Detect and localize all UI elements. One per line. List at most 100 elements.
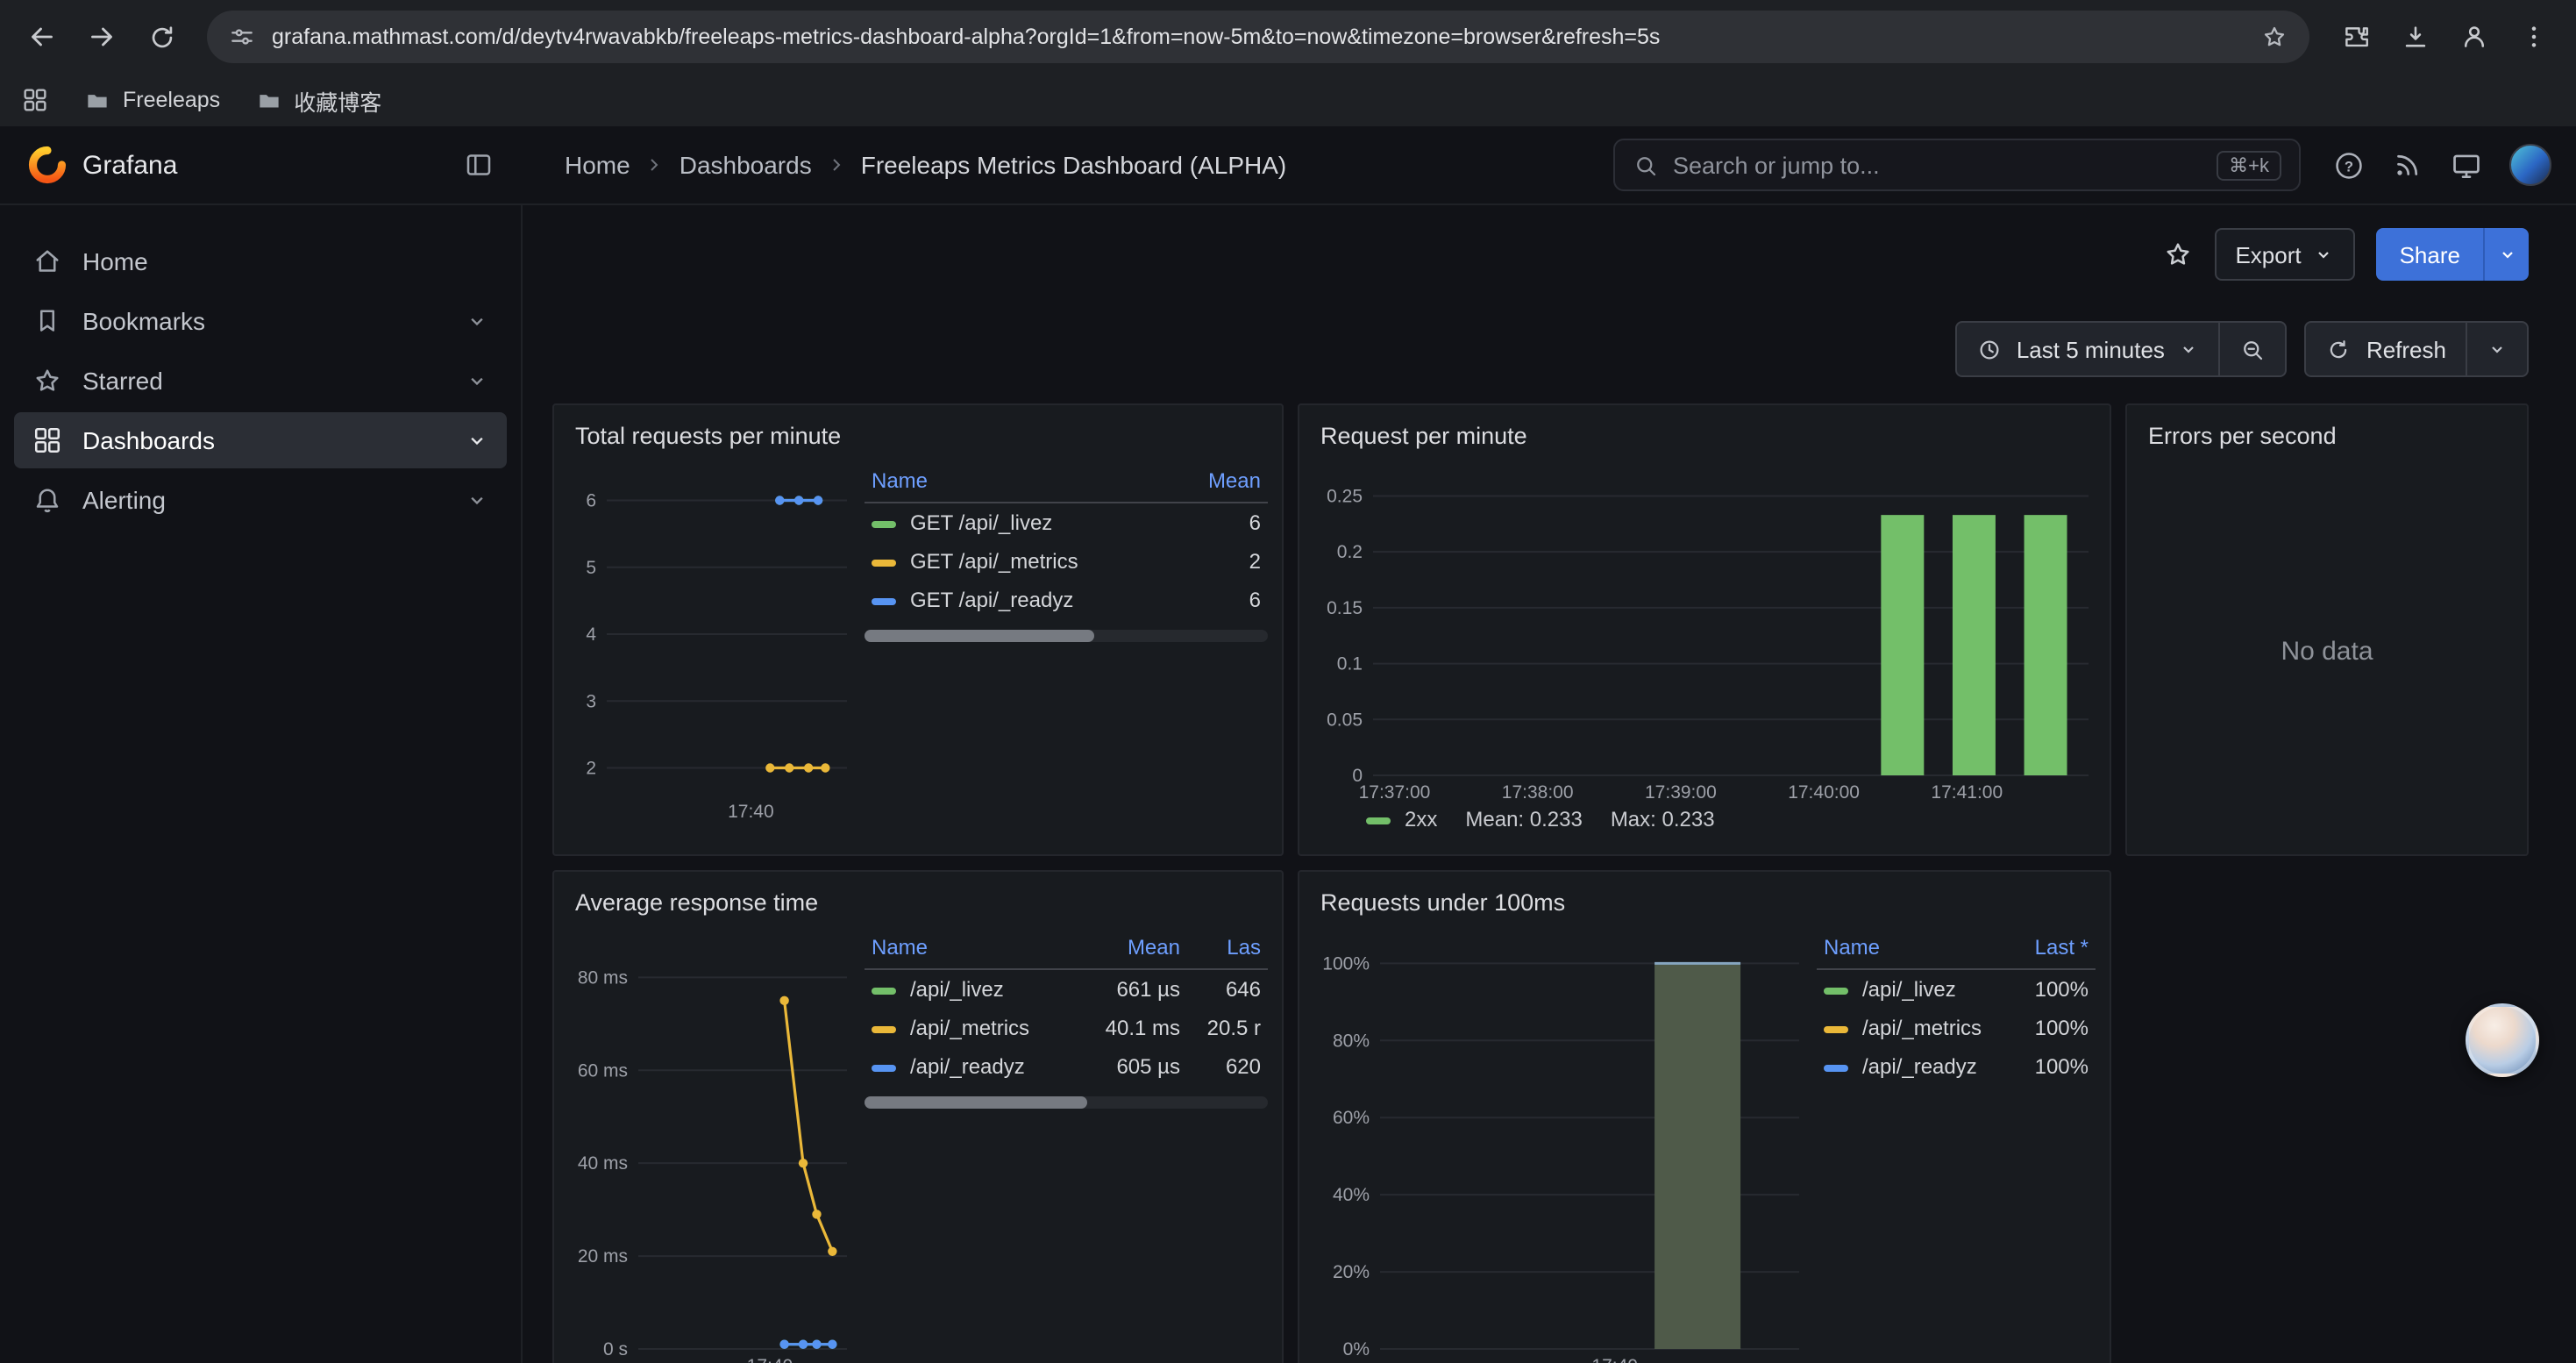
bookmark-folder-blogs[interactable]: 收藏博客 [255, 83, 381, 117]
extensions-button[interactable] [2327, 9, 2383, 65]
legend-item-2xx[interactable]: 2xx [1366, 807, 1437, 831]
search-box[interactable]: Search or jump to... ⌘+k [1613, 139, 2301, 191]
legend-scrollbar[interactable] [865, 630, 1268, 642]
svg-text:80 ms: 80 ms [578, 967, 628, 988]
reload-button[interactable] [133, 9, 189, 65]
legend-header-mean[interactable]: Mean [1061, 930, 1187, 969]
share-menu-caret[interactable] [2483, 228, 2529, 281]
series-name[interactable]: GET /api/_livez [910, 510, 1052, 535]
breadcrumb-home[interactable]: Home [565, 151, 630, 179]
series-name[interactable]: /api/_metrics [1862, 1016, 1982, 1040]
series-name[interactable]: 2xx [1405, 807, 1437, 831]
user-avatar[interactable] [2509, 144, 2551, 186]
legend-header-last[interactable]: Las [1187, 930, 1268, 969]
sidebar-item-alerting[interactable]: Alerting [14, 472, 507, 528]
svg-text:17:39:00: 17:39:00 [1645, 782, 1717, 803]
panel-title[interactable]: Average response time [568, 886, 1268, 930]
refresh-interval-caret[interactable] [2467, 321, 2529, 377]
scrollbar-thumb[interactable] [865, 630, 1094, 642]
svg-text:0.15: 0.15 [1327, 598, 1363, 618]
sidebar-item-starred[interactable]: Starred [14, 353, 507, 409]
legend-row[interactable]: /api/_metrics 40.1 ms 20.5 r [865, 1009, 1268, 1047]
legend-row[interactable]: /api/_metrics 100% [1817, 1009, 2096, 1047]
grafana-logo-icon[interactable] [28, 146, 67, 184]
back-button[interactable] [14, 9, 70, 65]
panel-request-per-minute: Request per minute 0.250.20.150.10.05017… [1298, 403, 2111, 856]
browser-menu-button[interactable] [2506, 9, 2562, 65]
forward-button[interactable] [74, 9, 130, 65]
url-text[interactable]: grafana.mathmast.com/d/deytv4rwavabkb/fr… [272, 25, 2245, 49]
news-rss-icon[interactable] [2392, 149, 2423, 181]
refresh-button[interactable]: Refresh [2305, 321, 2467, 377]
series-name[interactable]: /api/_metrics [910, 1016, 1029, 1040]
breadcrumb: Home Dashboards Freeleaps Metrics Dashbo… [523, 151, 1286, 179]
time-range-button[interactable]: Last 5 minutes [1955, 321, 2221, 377]
request-per-minute-chart[interactable]: 0.250.20.150.10.05017:37:0017:38:0017:39… [1313, 463, 2096, 803]
export-button[interactable]: Export [2214, 228, 2355, 281]
share-label[interactable]: Share [2377, 228, 2483, 281]
panel-title[interactable]: Errors per second [2141, 419, 2513, 463]
legend-header-last[interactable]: Last * [2004, 930, 2096, 969]
breadcrumb-dashboards[interactable]: Dashboards [680, 151, 812, 179]
panel-average-response-time: Average response time 80 ms60 ms40 ms20 … [552, 870, 1284, 1363]
search-shortcut-chip: ⌘+k [2217, 150, 2281, 180]
panel-title[interactable]: Request per minute [1313, 419, 2096, 463]
legend-row[interactable]: /api/_readyz 605 µs 620 [865, 1047, 1268, 1086]
series-name[interactable]: /api/_livez [910, 977, 1004, 1002]
series-name[interactable]: /api/_livez [1862, 977, 1956, 1002]
legend-header-name[interactable]: Name [1817, 930, 2004, 969]
series-mean: 6 [1184, 503, 1268, 542]
svg-text:17:38:00: 17:38:00 [1502, 782, 1574, 803]
share-button[interactable]: Share [2377, 228, 2529, 281]
legend-header-name[interactable]: Name [865, 930, 1061, 969]
sidebar-item-dashboards[interactable]: Dashboards [14, 412, 507, 468]
chevron-down-icon[interactable] [465, 428, 489, 453]
series-name[interactable]: /api/_readyz [1862, 1054, 1977, 1079]
bookmark-folder-freeleaps[interactable]: Freeleaps [84, 87, 220, 113]
average-response-time-chart[interactable]: 80 ms60 ms40 ms20 ms0 s17:40 [568, 930, 854, 1363]
profile-button[interactable] [2446, 9, 2502, 65]
scrollbar-thumb[interactable] [865, 1096, 1086, 1109]
downloads-button[interactable] [2387, 9, 2443, 65]
svg-text:60 ms: 60 ms [578, 1060, 628, 1081]
dock-menu-toggle[interactable] [463, 149, 495, 181]
chevron-down-icon[interactable] [465, 309, 489, 333]
legend-row[interactable]: GET /api/_livez 6 [865, 503, 1268, 542]
legend-header-mean[interactable]: Mean [1184, 463, 1268, 503]
refresh-label: Refresh [2366, 336, 2446, 362]
series-name[interactable]: GET /api/_readyz [910, 588, 1073, 612]
reload-icon [146, 22, 176, 52]
floating-assistant-avatar[interactable] [2466, 1003, 2539, 1077]
legend-row[interactable]: GET /api/_metrics 2 [865, 542, 1268, 581]
help-icon[interactable]: ? [2332, 148, 2366, 182]
series-last: 620 [1187, 1047, 1268, 1086]
requests-under-100ms-chart[interactable]: 100%80%60%40%20%0%17:40 [1313, 930, 1806, 1363]
svg-text:0.1: 0.1 [1337, 654, 1363, 674]
sidebar-item-home[interactable]: Home [14, 233, 507, 289]
total-requests-chart[interactable]: 6543217:40 [568, 463, 854, 823]
legend-row[interactable]: /api/_livez 661 µs 646 [865, 969, 1268, 1009]
grafana-header: Grafana Home Dashboards Freeleaps Metric… [0, 126, 2576, 205]
legend-row[interactable]: GET /api/_readyz 6 [865, 581, 1268, 619]
monitor-icon[interactable] [2450, 148, 2483, 182]
apps-grid-icon[interactable] [21, 86, 49, 114]
url-bar[interactable]: grafana.mathmast.com/d/deytv4rwavabkb/fr… [207, 11, 2309, 63]
sidebar-item-bookmarks[interactable]: Bookmarks [14, 293, 507, 349]
chevron-down-icon[interactable] [465, 488, 489, 512]
svg-text:17:40: 17:40 [747, 1356, 793, 1363]
series-name[interactable]: GET /api/_metrics [910, 549, 1078, 574]
favorite-star-icon[interactable] [2161, 239, 2193, 270]
legend-header-name[interactable]: Name [865, 463, 1184, 503]
site-settings-icon[interactable] [228, 23, 256, 51]
legend-row[interactable]: /api/_readyz 100% [1817, 1047, 2096, 1086]
bookmark-star-icon[interactable] [2260, 23, 2288, 51]
legend-row[interactable]: /api/_livez 100% [1817, 969, 2096, 1009]
zoom-out-button[interactable] [2221, 321, 2288, 377]
panel-title[interactable]: Requests under 100ms [1313, 886, 2096, 930]
sidebar-item-label: Dashboards [82, 426, 215, 454]
panel-title[interactable]: Total requests per minute [568, 419, 1268, 463]
search-placeholder: Search or jump to... [1673, 152, 2202, 178]
chevron-down-icon[interactable] [465, 368, 489, 393]
series-name[interactable]: /api/_readyz [910, 1054, 1025, 1079]
legend-scrollbar[interactable] [865, 1096, 1268, 1109]
